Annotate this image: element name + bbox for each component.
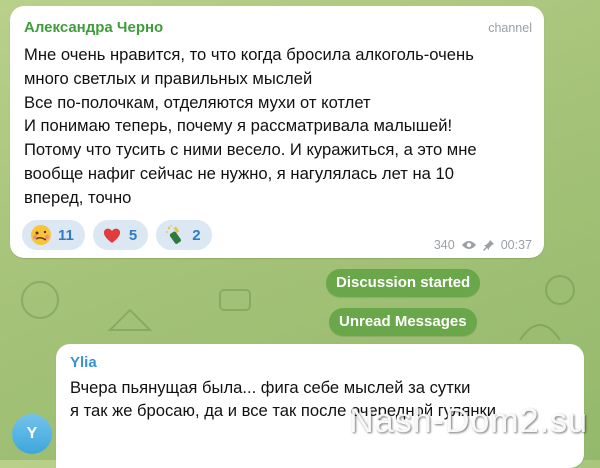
message-sender-name[interactable]: Александра Черно (24, 19, 163, 36)
avatar[interactable]: Y (12, 414, 52, 454)
unread-messages-divider: Unread Messages (329, 308, 477, 336)
red-heart-icon (103, 228, 120, 243)
reaction-count: 11 (58, 226, 74, 244)
reaction-count: 2 (192, 226, 201, 244)
message-time: 00:37 (500, 238, 532, 252)
pin-icon (482, 240, 494, 251)
channel-message[interactable]: Александра Черно channel Мне очень нрави… (10, 6, 544, 258)
message-sender-name[interactable]: Ylia (70, 354, 97, 371)
message-meta: 340 00:37 (434, 238, 532, 252)
message-text: Мне очень нравится, то что когда бросила… (24, 45, 477, 207)
view-count: 340 (433, 238, 455, 252)
champagne-icon (166, 225, 182, 244)
discussion-started-label: Discussion started (326, 269, 481, 297)
reaction-woozy[interactable]: 11 (22, 220, 85, 250)
watermark: Nash-Dom2.su (349, 402, 588, 440)
reaction-champagne[interactable]: 2 (156, 220, 212, 250)
channel-tag: channel (488, 21, 532, 35)
reactions-bar: 11 5 2 (22, 220, 212, 250)
eye-icon (461, 241, 476, 249)
reaction-count: 5 (128, 226, 138, 244)
reaction-heart[interactable]: 5 (92, 220, 149, 250)
woozy-face-icon (31, 225, 51, 245)
